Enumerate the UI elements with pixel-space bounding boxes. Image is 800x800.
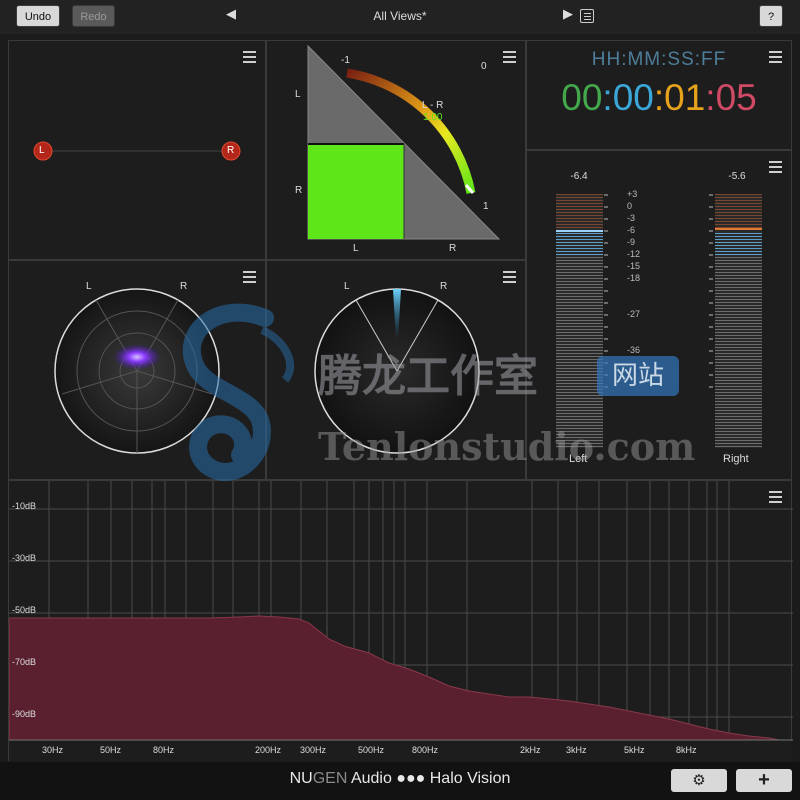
help-button[interactable]: ? bbox=[759, 5, 783, 27]
right-level-meter bbox=[715, 194, 762, 448]
scope-label-r: R bbox=[440, 281, 448, 292]
panel-menu-icon[interactable] bbox=[769, 161, 782, 173]
timecode-frames: 05 bbox=[715, 77, 757, 118]
scale-tick-label: -36 bbox=[627, 345, 641, 355]
db-label: -90dB bbox=[12, 709, 37, 719]
correlation-scale-0: 0 bbox=[481, 61, 487, 72]
surround-scope-graphic bbox=[54, 288, 220, 454]
spatial-scope-graphic bbox=[314, 288, 480, 454]
plus-icon: + bbox=[758, 769, 770, 791]
level-meters-panel: -6.4 -5.6 +3 0 -3 -6 -9 -12 -15 -18 -27 … bbox=[526, 150, 792, 480]
correlation-scale-1: 1 bbox=[483, 201, 489, 212]
spectrum-graph bbox=[9, 481, 793, 762]
freq-label: 5kHz bbox=[624, 745, 645, 755]
product-brand: NUGEN Audio ●●● Halo Vision bbox=[200, 770, 600, 788]
freq-label: 300Hz bbox=[300, 745, 327, 755]
brand-rest: Audio ●●● Halo Vision bbox=[347, 770, 511, 787]
scale-tick-label: -3 bbox=[627, 213, 636, 223]
top-toolbar: Undo Redo ◀ All Views* ▶ ? bbox=[0, 0, 800, 34]
stereo-position-panel: L R bbox=[8, 40, 266, 260]
right-meter-label: Right bbox=[723, 453, 749, 465]
axis-label-l: L bbox=[295, 89, 301, 100]
freq-label: 50Hz bbox=[100, 745, 122, 755]
scale-tick-label: 0 bbox=[627, 201, 633, 211]
db-label: -30dB bbox=[12, 553, 37, 563]
db-label: -10dB bbox=[12, 501, 37, 511]
timecode-minutes: 00 bbox=[612, 77, 654, 118]
view-list-icon[interactable] bbox=[580, 9, 594, 23]
timecode-display: 00:00:01:05 bbox=[527, 77, 791, 119]
scope-label-l: L bbox=[86, 281, 92, 292]
axis-label-r: R bbox=[295, 185, 303, 196]
timecode-hours: 00 bbox=[561, 77, 603, 118]
spectrum-analyzer-panel: -10dB -30dB -50dB -70dB -90dB 30Hz 50Hz … bbox=[8, 480, 793, 762]
freq-label: 800Hz bbox=[412, 745, 439, 755]
db-label: -70dB bbox=[12, 657, 37, 667]
freq-label: 2kHz bbox=[520, 745, 541, 755]
db-label: -50dB bbox=[12, 605, 37, 615]
redo-button[interactable]: Redo bbox=[72, 5, 115, 27]
scale-tick-label: -27 bbox=[627, 309, 641, 319]
timecode-separator: : bbox=[602, 77, 613, 118]
freq-label: 8kHz bbox=[676, 745, 697, 755]
spatial-scope-panel: L R bbox=[266, 260, 526, 480]
gear-icon: ⚙ bbox=[692, 772, 706, 789]
freq-label: 3kHz bbox=[566, 745, 587, 755]
freq-label: 30Hz bbox=[42, 745, 64, 755]
correlation-graphic bbox=[307, 44, 501, 240]
next-view-arrow-icon[interactable]: ▶ bbox=[563, 6, 573, 22]
view-preset-name[interactable]: All Views* bbox=[330, 9, 470, 23]
footer-bar: NUGEN Audio ●●● Halo Vision ⚙ + bbox=[0, 762, 800, 800]
freq-label: 80Hz bbox=[153, 745, 175, 755]
timecode-format: HH:MM:SS:FF bbox=[591, 49, 727, 70]
settings-button[interactable]: ⚙ bbox=[671, 769, 727, 792]
undo-button[interactable]: Undo bbox=[16, 5, 60, 27]
timecode-separator: : bbox=[653, 77, 665, 118]
timecode-separator: : bbox=[705, 77, 716, 118]
scale-tick-label: -18 bbox=[627, 273, 641, 283]
scale-tick-label: -9 bbox=[627, 237, 636, 247]
brand-gen: GEN bbox=[312, 770, 348, 787]
left-meter-label: Left bbox=[569, 453, 588, 465]
freq-label: 500Hz bbox=[358, 745, 385, 755]
correlation-meter-panel: -1 0 1 L R L R L - R 1.00 bbox=[266, 40, 526, 260]
previous-view-arrow-icon[interactable]: ◀ bbox=[226, 6, 236, 22]
correlation-readout-label: L - R bbox=[422, 100, 444, 111]
scale-tick-label: +3 bbox=[627, 189, 638, 199]
add-view-button[interactable]: + bbox=[736, 769, 792, 792]
right-peak-value: -5.6 bbox=[728, 171, 746, 182]
scope-label-l: L bbox=[344, 281, 350, 292]
scale-tick-label: -6 bbox=[627, 225, 636, 235]
bottom-label-l: L bbox=[353, 243, 359, 254]
right-channel-label: R bbox=[227, 145, 235, 156]
left-channel-label: L bbox=[39, 145, 45, 156]
scale-tick-label: -12 bbox=[627, 249, 641, 259]
left-level-meter bbox=[556, 194, 603, 448]
left-peak-value: -6.4 bbox=[570, 171, 588, 182]
brand-nu: NU bbox=[289, 770, 313, 787]
timecode-panel: HH:MM:SS:FF 00:00:01:05 bbox=[526, 40, 792, 150]
freq-label: 200Hz bbox=[255, 745, 282, 755]
correlation-readout-value: 1.00 bbox=[423, 112, 443, 123]
bottom-label-r: R bbox=[449, 243, 457, 254]
timecode-seconds: 01 bbox=[664, 77, 706, 118]
scale-tick-label: -15 bbox=[627, 261, 641, 271]
correlation-scale-minus1: -1 bbox=[341, 55, 350, 66]
surround-scope-panel: L R bbox=[8, 260, 266, 480]
scope-label-r: R bbox=[180, 281, 188, 292]
